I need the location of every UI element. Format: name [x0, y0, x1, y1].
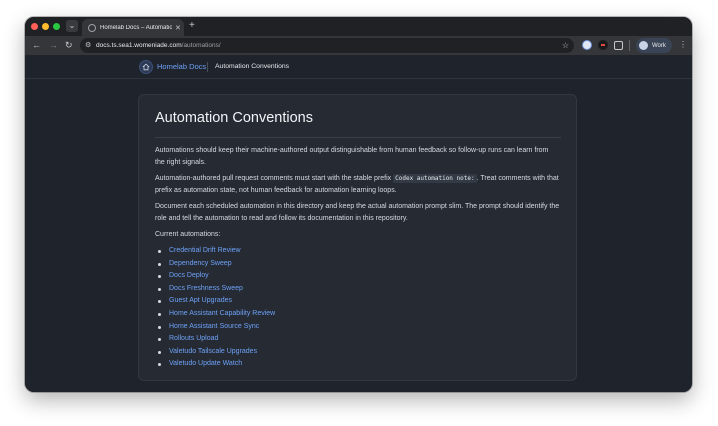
automation-link[interactable]: Docs Freshness Sweep	[169, 285, 243, 292]
list-item: Valetudo Tailscale Upgrades	[155, 346, 275, 359]
bullet-icon	[158, 350, 161, 354]
tab-strip: ⌄ Homelab Docs – Automation Conventions …	[25, 17, 692, 36]
url-path: /automations/	[181, 42, 221, 49]
bullet-icon	[158, 325, 161, 329]
automation-link[interactable]: Guest Apt Upgrades	[169, 297, 232, 304]
intro-paragraph: Automations should keep their machine-au…	[155, 147, 549, 166]
bullet-icon	[158, 262, 161, 266]
list-item: Guest Apt Upgrades	[155, 295, 275, 308]
bullet-icon	[158, 312, 161, 316]
bullet-icon	[158, 300, 161, 304]
new-tab-button[interactable]: +	[189, 20, 195, 32]
reload-icon[interactable]: ↻	[65, 39, 73, 51]
list-item: Home Assistant Source Sync	[155, 321, 275, 334]
bullet-icon	[158, 338, 161, 342]
site-header: Homelab Docs Automation Conventions	[25, 55, 692, 79]
automation-link[interactable]: Rollouts Upload	[169, 335, 218, 342]
documentation-paragraph: Document each scheduled automation in th…	[155, 203, 560, 222]
breadcrumb-divider	[207, 62, 208, 72]
automation-link[interactable]: Docs Deploy	[169, 272, 209, 279]
list-item: Valetudo Update Watch	[155, 358, 275, 371]
doc-card: Automation Conventions Automations shoul…	[138, 94, 577, 381]
automation-link[interactable]: Home Assistant Capability Review	[169, 310, 275, 317]
bullet-icon	[158, 250, 161, 253]
browser-tab-active[interactable]: Homelab Docs – Automation Conventions ✕	[82, 19, 184, 36]
breadcrumb: Automation Conventions	[215, 63, 290, 70]
avatar	[639, 41, 648, 50]
bullet-icon	[158, 363, 161, 367]
prefix-paragraph: Automation-authored pull request comment…	[155, 173, 560, 196]
browser-window: ⌄ Homelab Docs – Automation Conventions …	[25, 17, 692, 392]
automation-link[interactable]: Valetudo Update Watch	[169, 360, 242, 367]
home-icon[interactable]	[139, 60, 153, 74]
extension-2-icon[interactable]	[598, 40, 608, 50]
tab-search-icon[interactable]: ⌄	[66, 20, 78, 32]
title-divider	[155, 137, 561, 138]
list-item: Rollouts Upload	[155, 333, 275, 346]
url-host: docs.ts.sea1.womeniade.com	[96, 42, 182, 49]
automations-heading: Current automations:	[155, 231, 221, 238]
bullet-icon	[158, 287, 161, 291]
tab-close-icon[interactable]: ✕	[175, 24, 181, 32]
automations-list: Credential Drift Review Dependency Sweep…	[155, 245, 275, 371]
page-content: Homelab Docs Automation Conventions Auto…	[25, 55, 692, 392]
address-url[interactable]: docs.ts.sea1.womeniade.com/automations/	[96, 38, 221, 53]
close-window-button[interactable]	[31, 23, 38, 30]
site-settings-icon[interactable]: ⚙	[85, 39, 91, 52]
list-item: Credential Drift Review	[155, 245, 275, 258]
browser-toolbar: ← → ↻ ⚙ docs.ts.sea1.womeniade.com/autom…	[25, 36, 692, 55]
extensions-puzzle-icon[interactable]	[614, 41, 623, 50]
prefix-code: Codex automation note:	[393, 174, 477, 183]
automation-link[interactable]: Credential Drift Review	[169, 247, 241, 254]
minimize-window-button[interactable]	[42, 23, 49, 30]
back-icon[interactable]: ←	[32, 39, 41, 51]
toolbar-divider	[629, 40, 630, 51]
list-item: Home Assistant Capability Review	[155, 308, 275, 321]
automation-link[interactable]: Home Assistant Source Sync	[169, 323, 259, 330]
list-item: Docs Freshness Sweep	[155, 283, 275, 296]
page-title: Automation Conventions	[155, 110, 313, 126]
site-brand-link[interactable]: Homelab Docs	[157, 55, 206, 78]
list-item: Dependency Sweep	[155, 258, 275, 271]
prefix-text-before: Automation-authored pull request comment…	[155, 175, 394, 182]
profile-label: Work	[652, 42, 666, 49]
address-bar[interactable]: ⚙ docs.ts.sea1.womeniade.com/automations…	[80, 38, 574, 53]
automation-link[interactable]: Dependency Sweep	[169, 260, 232, 267]
bookmark-star-icon[interactable]: ☆	[562, 38, 569, 53]
maximize-window-button[interactable]	[53, 23, 60, 30]
automation-link[interactable]: Valetudo Tailscale Upgrades	[169, 348, 257, 355]
tab-favicon-icon	[88, 23, 96, 32]
tab-title: Homelab Docs – Automation Conventions	[100, 24, 172, 31]
bullet-icon	[158, 275, 161, 279]
browser-menu-icon[interactable]: ⋮	[679, 39, 687, 51]
list-item: Docs Deploy	[155, 270, 275, 283]
extension-1-icon[interactable]	[582, 40, 592, 50]
profile-button[interactable]: Work	[636, 38, 672, 53]
forward-icon[interactable]: →	[49, 39, 58, 51]
